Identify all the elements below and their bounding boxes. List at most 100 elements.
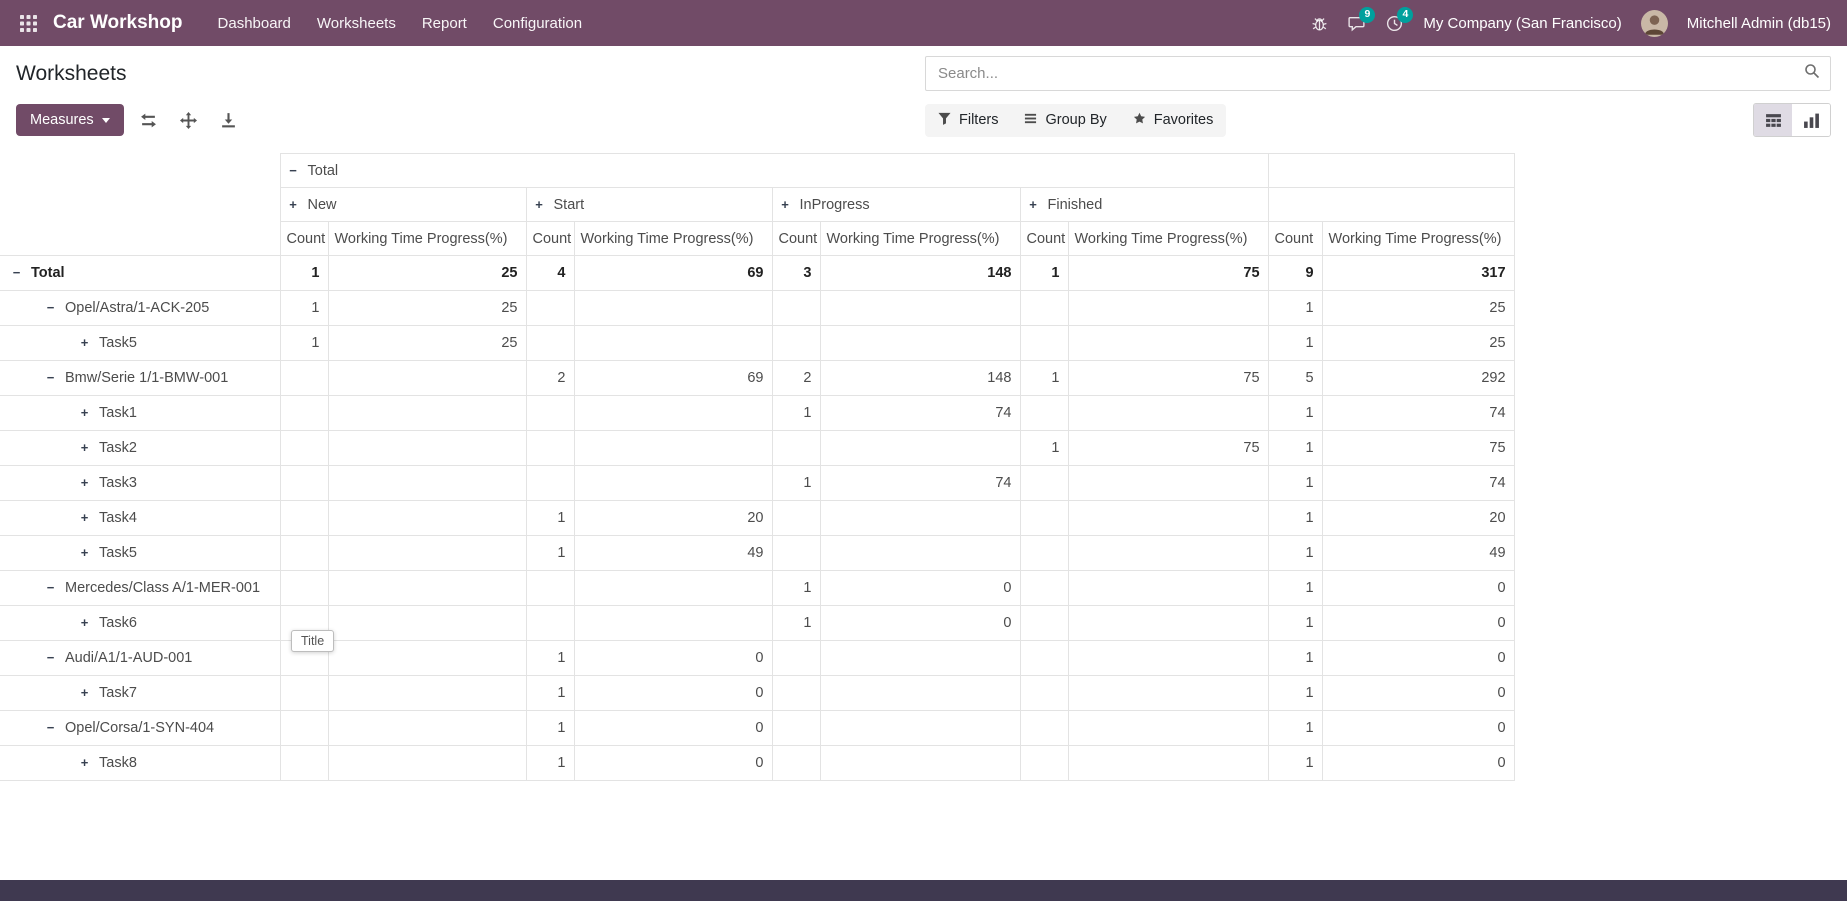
footer-bar — [0, 880, 1847, 901]
expand-icon[interactable]: + — [78, 755, 91, 770]
expand-icon[interactable]: + — [78, 335, 91, 350]
collapse-icon[interactable]: − — [44, 720, 57, 735]
search-input[interactable] — [936, 64, 1804, 83]
pivot-corner — [0, 154, 280, 188]
download-xlsx-button[interactable] — [214, 105, 244, 135]
search-bar[interactable] — [925, 56, 1831, 91]
col-header-new-label: New — [308, 197, 337, 213]
pivot-cell — [772, 746, 820, 781]
menu-item-configuration[interactable]: Configuration — [480, 0, 595, 46]
filters-button[interactable]: Filters — [925, 104, 1011, 137]
row-header[interactable]: −Audi/A1/1-AUD-001 — [0, 641, 280, 676]
expand-icon[interactable]: + — [1027, 197, 1040, 212]
row-header[interactable]: +Task4 — [0, 501, 280, 536]
flip-axis-button[interactable] — [134, 105, 164, 135]
row-header[interactable]: +Task6 — [0, 606, 280, 641]
measure-header-count[interactable]: Count — [772, 222, 820, 256]
company-switcher[interactable]: My Company (San Francisco) — [1423, 15, 1621, 32]
pivot-cell — [280, 361, 328, 396]
pivot-cell: 0 — [574, 711, 772, 746]
expand-icon[interactable]: + — [78, 685, 91, 700]
pivot-cell: 25 — [1322, 326, 1514, 361]
expand-all-button[interactable] — [174, 105, 204, 135]
favorites-button[interactable]: Favorites — [1120, 104, 1227, 137]
measures-button[interactable]: Measures — [16, 104, 124, 136]
row-header[interactable]: +Task7 — [0, 676, 280, 711]
measure-header-wtp[interactable]: Working Time Progress(%) — [820, 222, 1020, 256]
pivot-cell — [280, 711, 328, 746]
row-header[interactable]: +Task8 — [0, 746, 280, 781]
col-header-start[interactable]: + Start — [526, 188, 772, 222]
pivot-cell — [1020, 746, 1068, 781]
expand-icon[interactable]: + — [287, 197, 300, 212]
measure-header-count[interactable]: Count — [1268, 222, 1322, 256]
menu-item-worksheets[interactable]: Worksheets — [304, 0, 409, 46]
collapse-icon[interactable]: − — [44, 370, 57, 385]
collapse-icon[interactable]: − — [287, 163, 300, 178]
expand-icon[interactable]: + — [78, 405, 91, 420]
expand-icon[interactable]: + — [78, 440, 91, 455]
measure-header-count[interactable]: Count — [526, 222, 574, 256]
pivot-cell — [772, 711, 820, 746]
pivot-cell — [1020, 466, 1068, 501]
messages-icon[interactable]: 9 — [1347, 14, 1366, 33]
graph-view-button[interactable] — [1792, 104, 1830, 136]
pivot-cell — [1068, 641, 1268, 676]
collapse-icon[interactable]: − — [44, 300, 57, 315]
measure-header-wtp[interactable]: Working Time Progress(%) — [574, 222, 772, 256]
pivot-cell: 1 — [1268, 501, 1322, 536]
pivot-row: +Task71010 — [0, 676, 1514, 711]
user-avatar[interactable] — [1641, 10, 1668, 37]
collapse-icon[interactable]: − — [44, 650, 57, 665]
page-title[interactable]: Worksheets — [16, 62, 925, 86]
row-header[interactable]: −Bmw/Serie 1/1-BMW-001 — [0, 361, 280, 396]
debug-bug-icon[interactable] — [1311, 15, 1328, 32]
pivot-cell — [820, 501, 1020, 536]
collapse-icon[interactable]: − — [44, 580, 57, 595]
measure-header-wtp[interactable]: Working Time Progress(%) — [1068, 222, 1268, 256]
expand-icon[interactable]: + — [78, 475, 91, 490]
col-header-inprogress[interactable]: +InProgress — [772, 188, 1020, 222]
pivot-cell: 1 — [280, 291, 328, 326]
measure-header-count[interactable]: Count — [1020, 222, 1068, 256]
col-header-total[interactable]: −Total — [280, 154, 1268, 188]
pivot-cell: 49 — [574, 536, 772, 571]
row-header[interactable]: +Task3 — [0, 466, 280, 501]
pivot-cell: 1 — [526, 536, 574, 571]
pivot-row: −Opel/Astra/1-ACK-205125125 — [0, 291, 1514, 326]
pivot-cell: 1 — [772, 606, 820, 641]
expand-icon[interactable]: + — [779, 197, 792, 212]
col-header-start-label: Start — [554, 197, 585, 213]
row-header[interactable]: +Task5 — [0, 536, 280, 571]
row-header[interactable]: −Opel/Corsa/1-SYN-404 — [0, 711, 280, 746]
measure-header-wtp[interactable]: Working Time Progress(%) — [1322, 222, 1514, 256]
menu-item-dashboard[interactable]: Dashboard — [205, 0, 304, 46]
measure-header-count[interactable]: Count — [280, 222, 328, 256]
row-header[interactable]: +Task1 — [0, 396, 280, 431]
measure-header-wtp[interactable]: Working Time Progress(%) — [328, 222, 526, 256]
user-menu[interactable]: Mitchell Admin (db15) — [1687, 15, 1831, 32]
col-header-new[interactable]: + New — [280, 188, 526, 222]
col-header-finished[interactable]: +Finished — [1020, 188, 1268, 222]
pivot-cell — [772, 326, 820, 361]
row-header[interactable]: +Task5 — [0, 326, 280, 361]
activities-icon[interactable]: 4 — [1385, 14, 1404, 33]
pivot-cell — [820, 676, 1020, 711]
group-by-button[interactable]: Group By — [1011, 104, 1119, 137]
app-name[interactable]: Car Workshop — [53, 12, 183, 34]
apps-menu-icon[interactable] — [16, 11, 41, 36]
search-icon[interactable] — [1804, 63, 1820, 84]
pivot-cell: 1 — [1268, 431, 1322, 466]
row-header[interactable]: −Total — [0, 256, 280, 291]
row-header[interactable]: +Task2 — [0, 431, 280, 466]
expand-icon[interactable]: + — [78, 615, 91, 630]
expand-icon[interactable]: + — [78, 545, 91, 560]
pivot-view-button[interactable] — [1754, 104, 1792, 136]
filter-funnel-icon — [938, 112, 951, 129]
row-header[interactable]: −Mercedes/Class A/1-MER-001 — [0, 571, 280, 606]
collapse-icon[interactable]: − — [10, 265, 23, 280]
menu-item-report[interactable]: Report — [409, 0, 480, 46]
expand-icon[interactable]: + — [533, 197, 546, 212]
row-header[interactable]: −Opel/Astra/1-ACK-205 — [0, 291, 280, 326]
expand-icon[interactable]: + — [78, 510, 91, 525]
